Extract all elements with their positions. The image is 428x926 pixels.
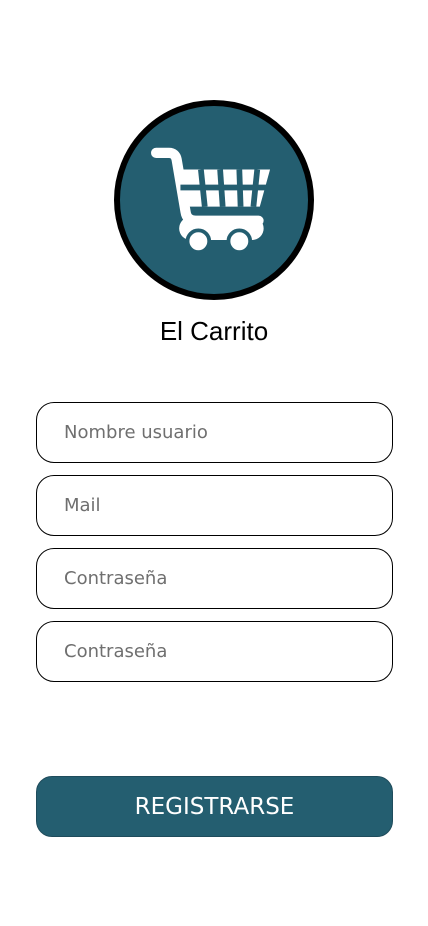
password-input[interactable] — [37, 549, 392, 608]
app-title: El Carrito — [159, 316, 269, 346]
shopping-cart-icon — [151, 147, 271, 255]
confirm-password-field[interactable] — [36, 621, 393, 682]
register-button[interactable]: REGISTRARSE — [36, 776, 393, 837]
username-field[interactable] — [36, 402, 393, 463]
password-field[interactable] — [36, 548, 393, 609]
email-field[interactable] — [36, 475, 393, 536]
app-logo — [114, 100, 314, 300]
username-input[interactable] — [37, 403, 392, 462]
confirm-password-input[interactable] — [37, 622, 392, 681]
email-input[interactable] — [37, 476, 392, 535]
